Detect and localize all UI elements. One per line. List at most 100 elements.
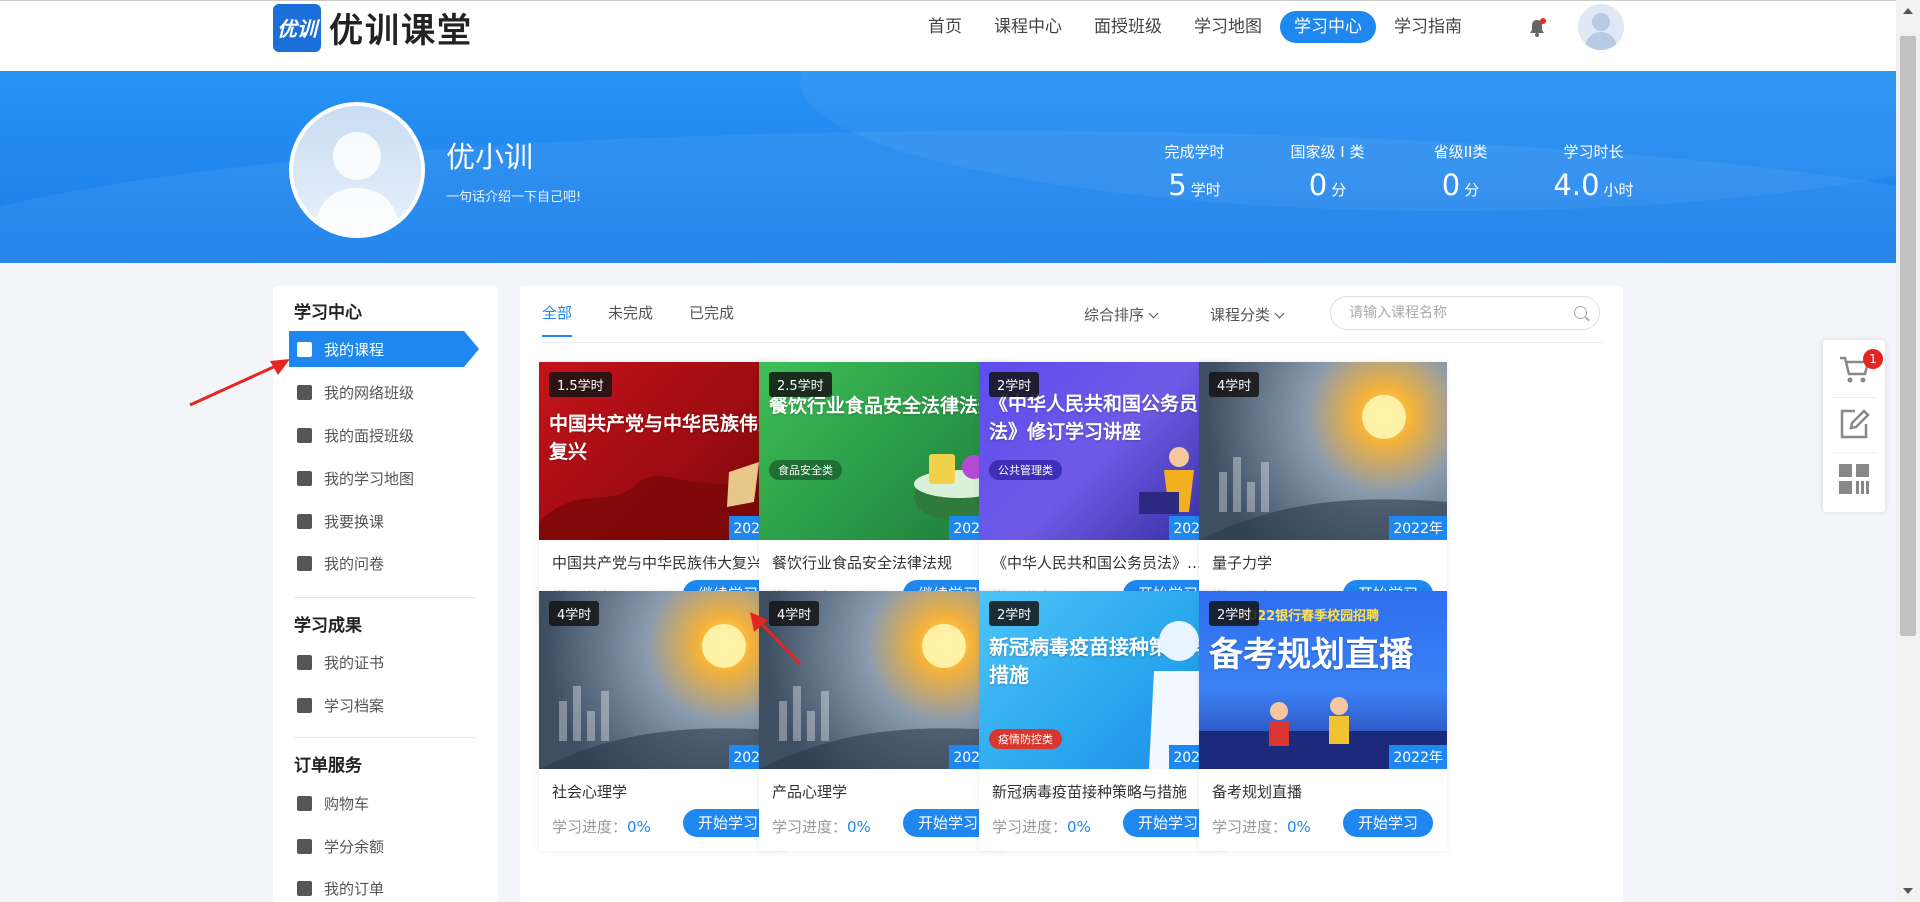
logo-mark: 优训 xyxy=(273,3,321,52)
stat-study-duration: 学习时长 4.0 小时 xyxy=(1553,143,1634,202)
progress-value: 0% xyxy=(1287,818,1311,836)
course-title[interactable]: 餐饮行业食品安全法律法规 xyxy=(772,552,997,573)
hours-badge: 2学时 xyxy=(1209,601,1260,626)
course-card-vaccine-strategy[interactable]: 新冠病毒疫苗接种策略与措施疫情防控类2学时2020年新冠病毒疫苗接种策略与措施学… xyxy=(979,591,1227,851)
sidebar-item-my-courses[interactable]: 我的课程 xyxy=(289,331,479,367)
user-intro[interactable]: 一句话介绍一下自己吧! xyxy=(446,186,581,205)
sidebar-item-orders[interactable]: 我的订单 xyxy=(289,870,467,902)
sidebar-section-learning: 学习中心 xyxy=(294,303,362,323)
progress-value: 0% xyxy=(627,818,651,836)
course-title[interactable]: 量子力学 xyxy=(1212,552,1437,573)
notification-dot xyxy=(1540,18,1546,24)
course-title[interactable]: 社会心理学 xyxy=(552,781,777,802)
annotation-arrow xyxy=(750,612,802,666)
top-navbar: 优训 优训课堂 首页 课程中心 面授班级 学习地图 学习中心 学习指南 xyxy=(0,0,1896,71)
chevron-down-icon xyxy=(1148,308,1159,319)
qr-code-icon[interactable] xyxy=(1837,462,1871,496)
nav-learning-center[interactable]: 学习中心 xyxy=(1280,11,1376,43)
course-title[interactable]: 备考规划直播 xyxy=(1212,781,1437,802)
course-search xyxy=(1330,296,1600,330)
nav-home[interactable]: 首页 xyxy=(914,11,976,43)
clipboard-icon xyxy=(297,470,312,486)
profile-stats: 完成学时 5 学时 国家级 I 类 0分 省级II类 0分 学习时长 4.0 小时 xyxy=(1128,141,1660,202)
sidebar: 学习中心 我的课程 我的网络班级 我的面授班级 我的学习地图 我要换课 我的问卷… xyxy=(273,286,498,902)
floating-toolbar: 1 xyxy=(1823,340,1885,512)
user-card-icon xyxy=(297,427,312,443)
sidebar-item-questionnaire[interactable]: 我的问卷 xyxy=(289,545,467,581)
tab-incomplete[interactable]: 未完成 xyxy=(608,302,653,337)
user-name: 优小训 xyxy=(446,140,534,174)
course-card-civil-servant-law[interactable]: 《中华人民共和国公务员法》修订学习讲座公共管理类2学时2020年《中华人民共和国… xyxy=(979,362,1227,622)
course-title[interactable]: 中国共产党与中华民族伟大复兴 xyxy=(552,552,777,573)
cart-icon xyxy=(297,795,312,811)
course-thumbnail[interactable]: 2022银行春季校园招聘 备考规划直播 2学时 2022年 xyxy=(1199,591,1447,769)
medal-icon xyxy=(297,654,312,670)
scroll-up-arrow[interactable] xyxy=(1903,8,1913,14)
edit-icon[interactable] xyxy=(1837,407,1871,441)
hours-badge: 2.5学时 xyxy=(769,372,832,397)
course-progress: 学习进度：0% xyxy=(552,818,651,836)
chevron-down-icon xyxy=(1274,308,1285,319)
nav-learning-guide[interactable]: 学习指南 xyxy=(1380,11,1476,43)
bell-icon[interactable] xyxy=(1528,18,1546,38)
sidebar-item-offline-classes[interactable]: 我的面授班级 xyxy=(289,417,467,453)
course-action-button[interactable]: 开始学习 xyxy=(1343,809,1433,837)
cart-count-badge: 1 xyxy=(1863,349,1883,369)
course-progress: 学习进度：0% xyxy=(772,818,871,836)
search-icon[interactable] xyxy=(1574,306,1587,319)
hours-badge: 4学时 xyxy=(549,601,600,626)
logo-text: 优训课堂 xyxy=(329,11,473,51)
course-thumbnail[interactable]: 《中华人民共和国公务员法》修订学习讲座公共管理类2学时2020年 xyxy=(979,362,1227,540)
sidebar-item-learning-map[interactable]: 我的学习地图 xyxy=(289,460,467,496)
nav-learning-map[interactable]: 学习地图 xyxy=(1180,11,1276,43)
nav-course-center[interactable]: 课程中心 xyxy=(980,11,1076,43)
annotation-arrow xyxy=(189,359,290,407)
play-icon xyxy=(297,384,312,400)
hours-badge: 4学时 xyxy=(1209,372,1260,397)
tab-all[interactable]: 全部 xyxy=(542,302,573,337)
document-icon xyxy=(297,880,312,896)
course-thumbnail[interactable]: 中国共产党与中华民族伟大复兴1.5学时2022年 xyxy=(539,362,787,540)
book-icon xyxy=(297,341,312,357)
hours-badge: 2学时 xyxy=(989,601,1040,626)
course-thumbnail[interactable]: 4学时 2022年 xyxy=(1199,362,1447,540)
course-title[interactable]: 新冠病毒疫苗接种策略与措施 xyxy=(992,781,1217,802)
course-card-party-history[interactable]: 中国共产党与中华民族伟大复兴1.5学时2022年中国共产党与中华民族伟大复兴学习… xyxy=(539,362,787,622)
stat-provincial-credits: 省级II类 0分 xyxy=(1433,143,1488,202)
profile-banner: 优小训 一句话介绍一下自己吧! 完成学时 5 学时 国家级 I 类 0分 省级II… xyxy=(0,71,1896,263)
tab-completed[interactable]: 已完成 xyxy=(689,302,734,337)
course-progress: 学习进度：0% xyxy=(1212,818,1311,836)
scrollbar[interactable] xyxy=(1896,0,1920,902)
course-thumbnail[interactable]: 新冠病毒疫苗接种策略与措施疫情防控类2学时2020年 xyxy=(979,591,1227,769)
progress-value: 0% xyxy=(847,818,871,836)
sidebar-item-credit-balance[interactable]: 学分余额 xyxy=(289,828,467,864)
course-title[interactable]: 《中华人民共和国公务员法》修订学习讲座 xyxy=(992,552,1217,573)
course-tabs: 全部 未完成 已完成 xyxy=(542,302,770,337)
sidebar-item-online-classes[interactable]: 我的网络班级 xyxy=(289,374,467,410)
sidebar-item-archive[interactable]: 学习档案 xyxy=(289,687,467,723)
scroll-thumb[interactable] xyxy=(1900,36,1916,636)
yen-icon xyxy=(297,838,312,854)
hours-badge: 1.5学时 xyxy=(549,372,612,397)
course-card-exam-planning-live[interactable]: 2022银行春季校园招聘 备考规划直播 2学时 2022年备考规划直播 学习进度：0% 开… xyxy=(1199,591,1447,851)
avatar[interactable] xyxy=(1578,4,1624,50)
search-input[interactable] xyxy=(1349,297,1569,329)
scroll-down-arrow[interactable] xyxy=(1903,888,1913,894)
category-dropdown[interactable]: 课程分类 xyxy=(1210,304,1285,325)
course-card-food-safety[interactable]: 餐饮行业食品安全法律法规食品安全类2.5学时2022年餐饮行业食品安全法律法规学… xyxy=(759,362,1007,622)
nav-offline-classes[interactable]: 面授班级 xyxy=(1080,11,1176,43)
sidebar-item-change-course[interactable]: 我要换课 xyxy=(289,503,467,539)
sort-dropdown[interactable]: 综合排序 xyxy=(1084,304,1159,325)
course-card-quantum-mechanics[interactable]: 4学时2022年量子力学学习进度：0%开始学习 xyxy=(1199,362,1447,622)
hours-badge: 2学时 xyxy=(989,372,1040,397)
sidebar-section-orders: 订单服务 xyxy=(294,756,362,776)
course-progress: 学习进度：0% xyxy=(992,818,1091,836)
course-panel: 全部 未完成 已完成 综合排序 课程分类 中国共产党与中华民族伟大复兴1.5学时… xyxy=(520,286,1623,902)
sidebar-item-certificates[interactable]: 我的证书 xyxy=(289,644,467,680)
sidebar-item-cart[interactable]: 购物车 xyxy=(289,785,467,821)
archive-icon xyxy=(297,697,312,713)
course-title[interactable]: 产品心理学 xyxy=(772,781,997,802)
profile-avatar[interactable] xyxy=(289,102,425,238)
course-thumbnail[interactable]: 餐饮行业食品安全法律法规食品安全类2.5学时2022年 xyxy=(759,362,1007,540)
logo[interactable]: 优训 优训课堂 xyxy=(273,3,473,52)
